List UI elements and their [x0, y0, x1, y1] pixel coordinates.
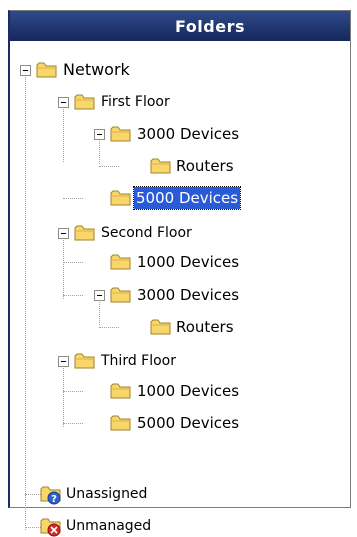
collapse-minus-icon[interactable]: [58, 228, 69, 239]
tree-line: [99, 166, 119, 167]
tree-line: [25, 70, 26, 530]
collapse-minus-icon[interactable]: [94, 290, 105, 301]
folder-tree: Network First Floor 3000 Devices Routers…: [10, 45, 350, 537]
folder-icon: [110, 190, 131, 206]
tree-item-ff-routers[interactable]: Routers: [174, 155, 236, 177]
tree-line: [63, 391, 83, 392]
folder-icon: [110, 287, 131, 303]
tree-item-sf-routers[interactable]: Routers: [174, 316, 236, 338]
tree-item-first-floor[interactable]: First Floor: [99, 91, 172, 113]
tree-line: [63, 233, 64, 299]
folder-icon: [110, 383, 131, 399]
tree-item-tf-1000-devices[interactable]: 1000 Devices: [135, 380, 241, 402]
tree-line: [63, 262, 83, 263]
tree-line: [63, 295, 83, 296]
collapse-minus-icon[interactable]: [58, 97, 69, 108]
tree-item-sf-3000-devices[interactable]: 3000 Devices: [135, 284, 241, 306]
tree-item-unassigned[interactable]: Unassigned: [64, 483, 149, 505]
folder-icon: [150, 158, 171, 174]
panel-header: Folders: [10, 11, 350, 41]
tree-item-tf-5000-devices[interactable]: 5000 Devices: [135, 412, 241, 434]
tree-line: [99, 327, 119, 328]
tree-line: [63, 198, 83, 199]
folder-icon: [36, 62, 57, 78]
collapse-minus-icon[interactable]: [20, 65, 31, 76]
folder-icon: [74, 94, 95, 110]
tree-item-ff-5000-devices[interactable]: 5000 Devices: [132, 186, 242, 210]
folder-error-icon: [40, 518, 61, 537]
folder-icon: [110, 254, 131, 270]
folders-panel: Folders Network First Floor 3000 Devices: [8, 10, 351, 537]
svg-text:?: ?: [51, 494, 57, 505]
tree-item-network[interactable]: Network: [61, 59, 132, 81]
folder-icon: [150, 319, 171, 335]
tree-line: [63, 423, 83, 424]
panel-title: Folders: [175, 16, 245, 36]
folder-icon: [110, 415, 131, 431]
tree-item-second-floor[interactable]: Second Floor: [99, 222, 194, 244]
collapse-minus-icon[interactable]: [94, 129, 105, 140]
tree-item-third-floor[interactable]: Third Floor: [99, 350, 178, 372]
folder-question-icon: ?: [40, 486, 61, 505]
folder-icon: [74, 353, 95, 369]
collapse-minus-icon[interactable]: [58, 356, 69, 367]
tree-item-ff-3000-devices[interactable]: 3000 Devices: [135, 123, 241, 145]
tree-line: [63, 102, 64, 162]
tree-item-sf-1000-devices[interactable]: 1000 Devices: [135, 251, 241, 273]
folder-icon: [74, 225, 95, 241]
tree-item-unmanaged[interactable]: Unmanaged: [64, 515, 153, 537]
folder-icon: [110, 126, 131, 142]
tree-line: [63, 361, 64, 427]
